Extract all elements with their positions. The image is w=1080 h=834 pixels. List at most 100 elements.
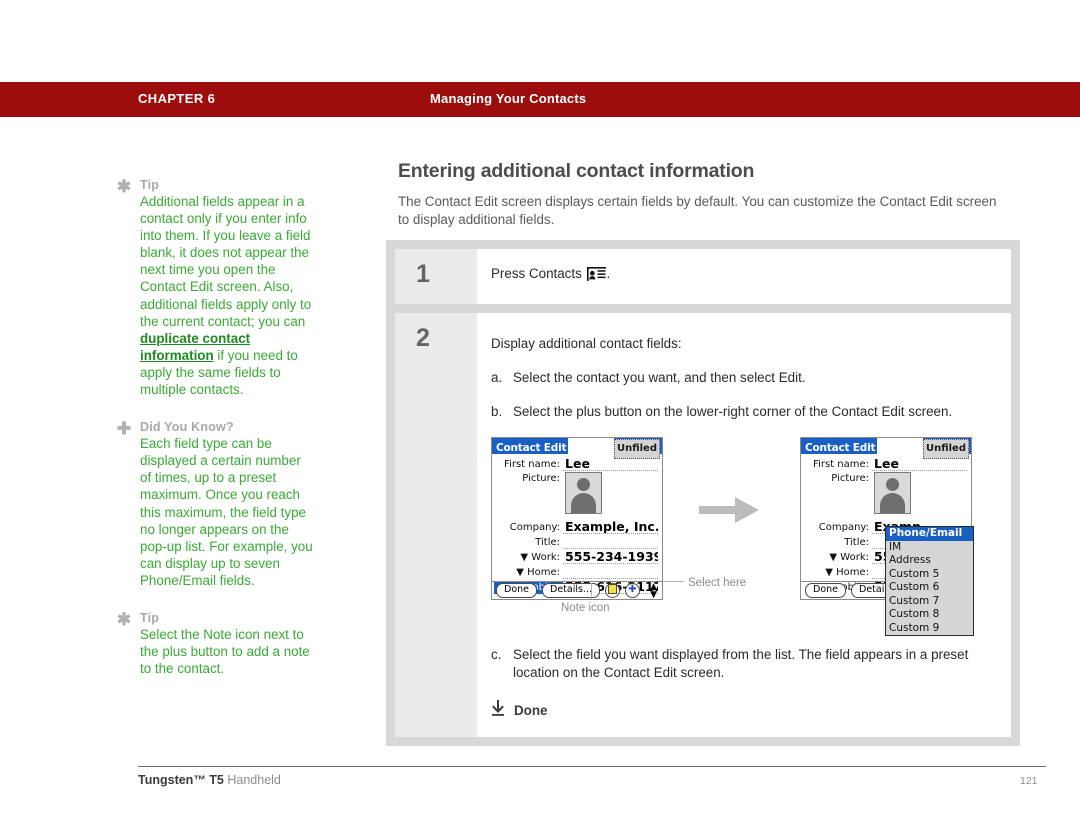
step-content-2: Display additional contact fields: a. Se… — [477, 313, 1011, 737]
contact-edit-screen-after: Contact Edit Unfiled First name: Lee Pic… — [800, 437, 974, 636]
footer-product-suffix: Handheld — [223, 773, 281, 787]
step-content-1: Press Contacts . — [477, 249, 1011, 304]
tip-body-1: Additional fields appear in a contact on… — [140, 193, 314, 398]
popup-item-phone-email[interactable]: Phone/Email — [886, 527, 973, 541]
tip-body-3: Select the Note icon next to the plus bu… — [140, 626, 310, 677]
asterisk-icon: ✱ — [116, 177, 132, 196]
popup-item-custom-5[interactable]: Custom 5 — [886, 568, 973, 582]
callout-leader-note-icon-vert — [591, 583, 592, 599]
pda-body-right: First name: Lee Picture: Company: Title:… — [801, 454, 974, 636]
step-number-1: 1 — [395, 249, 477, 304]
tip-label-3: Tip — [140, 610, 160, 625]
field-label: First name: — [504, 459, 560, 470]
step-2-sub-a: a. Select the contact you want, and then… — [491, 369, 993, 387]
tip-block-2: ✚ Did You Know? Each field type can be d… — [114, 420, 314, 589]
pda-title-bar-right: Contact Edit Unfiled — [801, 438, 971, 459]
step-2-sub-c: c. Select the field you want displayed f… — [491, 646, 993, 682]
pda-footer-left: Done Details... ✚ ▲ ▼ — [492, 581, 662, 600]
step-2-done-line: Done — [491, 700, 993, 721]
field-type-popup-list[interactable]: Phone/Email IM Address Custom 5 Custom 6… — [885, 526, 974, 636]
pda-title-bar-left: Contact Edit Unfiled — [492, 438, 662, 459]
step-2-sub-a-marker: a. — [491, 370, 503, 385]
popup-item-im[interactable]: IM — [886, 541, 973, 555]
field-picture-left[interactable]: Picture: — [494, 472, 658, 520]
step-2-done-label: Done — [514, 702, 548, 718]
field-first-name-right[interactable]: First name: Lee — [803, 457, 967, 471]
step-2-intro: Display additional contact fields: — [491, 336, 682, 351]
footer-divider — [138, 766, 1046, 767]
main-content-head: Entering additional contact information … — [398, 160, 1023, 228]
field-label-text: Home: — [836, 567, 869, 578]
note-icon[interactable] — [605, 583, 620, 598]
callout-leader-select-here — [663, 581, 684, 582]
footer-product-label: Tungsten™ T5 Handheld — [138, 773, 281, 787]
step-2-sub-b: b. Select the plus button on the lower-r… — [491, 403, 993, 421]
field-home-left[interactable]: ▼ Home: — [494, 565, 658, 579]
field-work-left[interactable]: ▼ Work: 555-234-1939 — [494, 550, 658, 564]
avatar-head — [886, 478, 899, 491]
tip-block-1: ✱ Tip Additional fields appear in a cont… — [114, 178, 314, 398]
callout-note-icon: Note icon — [561, 602, 610, 614]
field-value[interactable]: Lee — [872, 457, 967, 471]
field-first-name-left[interactable]: First name: Lee — [494, 457, 658, 471]
field-label: Title: — [844, 537, 869, 548]
popup-item-custom-8[interactable]: Custom 8 — [886, 608, 973, 622]
field-label-text: Work: — [531, 552, 560, 563]
plus-icon: ✚ — [116, 419, 132, 439]
scroll-arrows-left[interactable]: ▲ ▼ — [650, 583, 657, 600]
down-arrow-icon — [491, 700, 505, 721]
picture-label: Picture: — [522, 473, 560, 484]
tip-label-2: Did You Know? — [140, 420, 234, 435]
field-label: Company: — [509, 522, 560, 533]
plus-glyph: ✚ — [628, 584, 637, 595]
field-picture-right[interactable]: Picture: — [803, 472, 967, 520]
field-label-text: Home: — [527, 567, 560, 578]
avatar[interactable] — [874, 472, 911, 514]
field-value[interactable] — [563, 578, 658, 579]
header-section-label: Managing Your Contacts — [430, 91, 587, 106]
step-2-sub-b-text: Select the plus button on the lower-righ… — [513, 404, 953, 419]
popup-item-custom-6[interactable]: Custom 6 — [886, 581, 973, 595]
field-company-left[interactable]: Company: Example, Inc. — [494, 520, 658, 534]
right-arrow-icon — [699, 495, 761, 525]
field-value[interactable]: Example, Inc. — [563, 520, 658, 534]
field-value[interactable] — [563, 548, 658, 549]
step-2-sub-c-marker: c. — [491, 647, 502, 662]
step-1-instruction: Press Contacts . — [491, 265, 993, 286]
field-label: ▼ Home: — [516, 567, 560, 578]
step-2-sub-b-marker: b. — [491, 404, 503, 419]
field-label: Company: — [818, 522, 869, 533]
avatar[interactable] — [565, 472, 602, 514]
field-value[interactable]: Lee — [563, 457, 658, 471]
figure-area: Contact Edit Unfiled First name: Lee Pic… — [491, 437, 993, 636]
field-title-left[interactable]: Title: — [494, 535, 658, 549]
pda-body-left: First name: Lee Picture: Company: Exampl… — [492, 454, 662, 594]
add-field-plus-button[interactable]: ✚ — [625, 583, 640, 598]
field-label: ▼ Work: — [829, 552, 869, 563]
field-label: Title: — [535, 537, 560, 548]
popup-item-custom-9[interactable]: Custom 9 — [886, 622, 973, 636]
tip-body-2: Each field type can be displayed a certa… — [140, 436, 313, 588]
footer-product-name: Tungsten™ T5 — [138, 773, 224, 787]
page-intro-text: The Contact Edit screen displays certain… — [398, 194, 997, 227]
pda-title-bar-blank-right — [877, 438, 923, 454]
step-2-sub-c-text: Select the field you want displayed from… — [513, 647, 969, 680]
field-label: ▼ Home: — [825, 567, 869, 578]
field-value[interactable]: 555-234-1939 — [563, 550, 658, 564]
field-label: First name: — [813, 459, 869, 470]
avatar-head — [577, 478, 590, 491]
footer-page-number: 121 — [1020, 775, 1038, 787]
popup-item-address[interactable]: Address — [886, 554, 973, 568]
done-button-right[interactable]: Done — [805, 583, 846, 598]
step-1-text-after: . — [606, 266, 611, 281]
page-header-bar: CHAPTER 6 Managing Your Contacts — [0, 82, 1080, 117]
picture-label: Picture: — [831, 473, 869, 484]
pda-title-bar-blank-left — [568, 438, 614, 454]
done-button-left[interactable]: Done — [496, 583, 537, 598]
field-label-text: Work: — [840, 552, 869, 563]
popup-item-custom-7[interactable]: Custom 7 — [886, 595, 973, 609]
step-2-sub-a-text: Select the contact you want, and then se… — [513, 370, 806, 385]
avatar-body — [571, 493, 596, 513]
tips-sidebar: ✱ Tip Additional fields appear in a cont… — [114, 178, 314, 693]
field-label: ▼ Work: — [520, 552, 560, 563]
